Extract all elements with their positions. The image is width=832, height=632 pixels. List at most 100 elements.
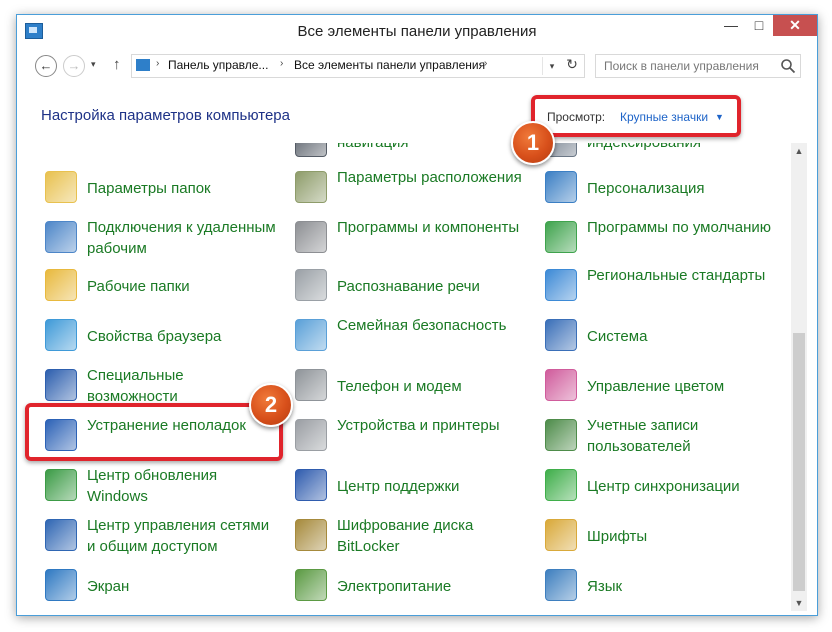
- control-panel-item[interactable]: Центр обновления Windows: [41, 463, 281, 509]
- control-panel-item-label: индексирования: [587, 143, 777, 153]
- control-panel-item-label: Шифрование диска BitLocker: [337, 517, 474, 555]
- control-panel-item-label: Центр поддержки: [337, 478, 460, 495]
- work-folders-icon: [45, 269, 77, 301]
- address-dropdown-button[interactable]: ▾: [542, 57, 561, 75]
- control-panel-item[interactable]: Центр поддержки: [291, 463, 531, 509]
- control-panel-item-label: Центр синхронизации: [587, 478, 740, 495]
- control-panel-item[interactable]: Подключения к удаленным рабочим: [41, 215, 281, 261]
- control-panel-item-label: Свойства браузера: [87, 328, 222, 345]
- scrollbar-thumb[interactable]: [793, 333, 805, 591]
- control-panel-item[interactable]: Электропитание: [291, 563, 531, 609]
- control-panel-item[interactable]: Программы и компоненты: [291, 215, 531, 261]
- control-panel-item[interactable]: Распознавание речи: [291, 263, 531, 309]
- control-panel-item-label: Язык: [587, 578, 623, 595]
- control-panel-item[interactable]: Семейная безопасность: [291, 313, 531, 359]
- action-center-flag-icon: [295, 469, 327, 501]
- control-panel-item[interactable]: Язык: [541, 563, 781, 609]
- scroll-down-arrow[interactable]: ▼: [791, 595, 807, 611]
- programs-icon: [295, 221, 327, 253]
- control-panel-item[interactable]: Региональные стандарты: [541, 263, 781, 309]
- breadcrumb-control-panel[interactable]: Панель управле...: [168, 58, 268, 72]
- sync-center-icon: [545, 469, 577, 501]
- control-panel-item-label: Семейная безопасность: [337, 317, 507, 334]
- windows-update-icon: [45, 469, 77, 501]
- vertical-scrollbar[interactable]: ▲ ▼: [791, 143, 807, 611]
- control-panel-item-label: Система: [587, 328, 648, 345]
- breadcrumb-all-items[interactable]: Все элементы панели управления: [294, 58, 485, 72]
- control-panel-item[interactable]: Учетные записи пользователей: [541, 413, 781, 459]
- title-bar: Все элементы панели управления — □ ✕: [17, 15, 817, 49]
- breadcrumb-separator[interactable]: ›: [280, 58, 283, 69]
- control-panel-item[interactable]: Персонализация: [541, 165, 781, 211]
- control-panel-item-label: Управление цветом: [587, 378, 725, 395]
- microphone-icon: [295, 269, 327, 301]
- view-by-highlight: [531, 95, 741, 137]
- control-panel-item-label: Параметры папок: [87, 180, 211, 197]
- control-panel-item-label: Центр управления сетями и общим доступом: [87, 517, 270, 555]
- forward-button[interactable]: →: [63, 55, 85, 77]
- folder-options-icon: [45, 171, 77, 203]
- bitlocker-icon: [295, 519, 327, 551]
- control-panel-item[interactable]: Шифрование диска BitLocker: [291, 513, 531, 559]
- search-placeholder: Поиск в панели управления: [604, 59, 759, 73]
- control-panel-item-label: Рабочие папки: [87, 278, 190, 295]
- control-panel-location-icon: [136, 59, 150, 71]
- family-safety-icon: [295, 319, 327, 351]
- control-panel-item[interactable]: Телефон и модем: [291, 363, 531, 409]
- back-button[interactable]: ←: [35, 55, 57, 77]
- network-icon: [45, 519, 77, 551]
- address-field[interactable]: › Панель управле... › Все элементы панел…: [131, 54, 585, 78]
- control-panel-item-label: Параметры расположения: [337, 169, 522, 186]
- user-accounts-icon: [545, 419, 577, 451]
- control-panel-item[interactable]: индексирования: [541, 143, 781, 165]
- maximize-button[interactable]: □: [745, 15, 773, 36]
- page-heading: Настройка параметров компьютера: [41, 107, 290, 124]
- control-panel-item-label: Телефон и модем: [337, 378, 462, 395]
- control-panel-item[interactable]: Экран: [41, 563, 281, 609]
- personalization-icon: [545, 171, 577, 203]
- power-options-icon: [295, 569, 327, 601]
- items-grid: навигация индексирования Параметры папок Па…: [17, 143, 789, 611]
- control-panel-item-label: Программы по умолчанию: [587, 219, 771, 236]
- troubleshooting-highlight: [25, 403, 283, 461]
- minimize-button[interactable]: —: [717, 15, 745, 36]
- refresh-button[interactable]: ↻: [562, 56, 582, 76]
- navigation-icon: [295, 143, 327, 157]
- control-panel-item[interactable]: Шрифты: [541, 513, 781, 559]
- breadcrumb-separator[interactable]: ›: [484, 58, 487, 69]
- control-panel-item-label: Распознавание речи: [337, 278, 480, 295]
- control-panel-item[interactable]: Программы по умолчанию: [541, 215, 781, 261]
- control-panel-item-label: Подключения к удаленным рабочим: [87, 219, 276, 257]
- address-bar-row: ← → ▾ ↑ › Панель управле... › Все элемен…: [17, 49, 817, 83]
- control-panel-item-label: Электропитание: [337, 578, 452, 595]
- control-panel-item[interactable]: навигация: [291, 143, 531, 165]
- remote-desktop-icon: [45, 221, 77, 253]
- control-panel-item-label: Региональные стандарты: [587, 267, 766, 284]
- breadcrumb-separator[interactable]: ›: [156, 58, 159, 69]
- control-panel-item-label: Центр обновления Windows: [87, 467, 218, 505]
- control-panel-item[interactable]: Устройства и принтеры: [291, 413, 531, 459]
- control-panel-item[interactable]: Управление цветом: [541, 363, 781, 409]
- up-button[interactable]: ↑: [113, 56, 121, 73]
- accessibility-icon: [45, 369, 77, 401]
- control-panel-item[interactable]: Центр синхронизации: [541, 463, 781, 509]
- internet-options-icon: [45, 319, 77, 351]
- fonts-icon: [545, 519, 577, 551]
- window-title: Все элементы панели управления: [297, 23, 537, 40]
- control-panel-item[interactable]: Рабочие папки: [41, 263, 281, 309]
- control-panel-item-label: Персонализация: [587, 180, 705, 197]
- close-button[interactable]: ✕: [773, 15, 817, 36]
- control-panel-item[interactable]: Параметры расположения: [291, 165, 531, 211]
- search-icon[interactable]: [780, 58, 796, 74]
- control-panel-item-label: Учетные записи пользователей: [587, 417, 699, 455]
- control-panel-item[interactable]: Параметры папок: [41, 165, 281, 211]
- control-panel-item[interactable]: Центр управления сетями и общим доступом: [41, 513, 281, 559]
- recent-locations-button[interactable]: ▾: [91, 59, 96, 70]
- language-icon: [545, 569, 577, 601]
- display-icon: [45, 569, 77, 601]
- control-panel-item[interactable]: Система: [541, 313, 781, 359]
- scroll-up-arrow[interactable]: ▲: [791, 143, 807, 159]
- control-panel-item[interactable]: Свойства браузера: [41, 313, 281, 359]
- search-input[interactable]: Поиск в панели управления: [595, 54, 801, 78]
- step-1-badge: 1: [511, 121, 555, 165]
